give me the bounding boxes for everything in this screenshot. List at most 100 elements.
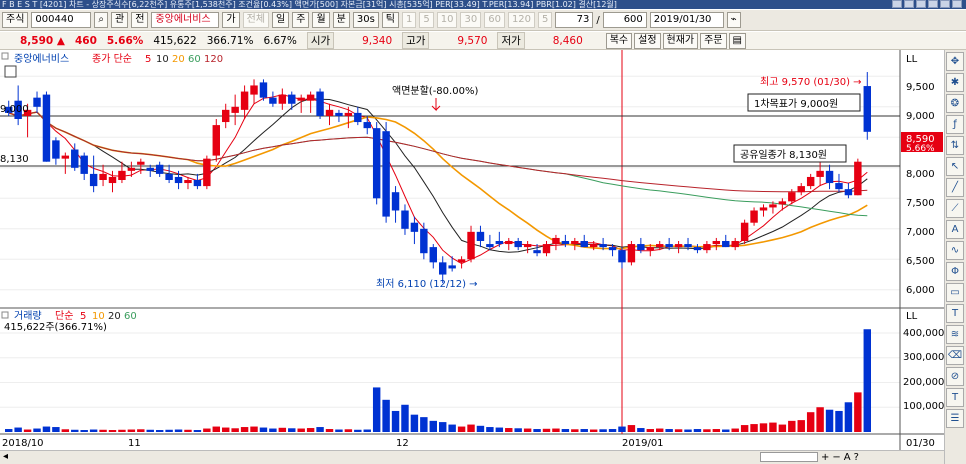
help-button[interactable] <box>940 0 950 8</box>
window-controls <box>892 0 962 8</box>
candle-body <box>844 189 853 196</box>
volume-bar <box>382 399 390 432</box>
quote-button[interactable]: 현재가 <box>662 33 699 49</box>
auto-tool-icon[interactable]: A <box>946 220 964 239</box>
search-icon[interactable]: ⌕ <box>94 12 109 28</box>
y-label-6500: 6,500 <box>906 256 935 267</box>
bulb-alt-tool-icon[interactable]: ❂ <box>946 94 964 113</box>
candle-body <box>674 244 683 248</box>
chart-type-icon[interactable]: ⌁ <box>726 12 741 28</box>
count-input[interactable]: 73 <box>555 12 594 28</box>
pattern-tool-icon[interactable]: ≋ <box>946 325 964 344</box>
num-120[interactable]: 120 <box>507 12 536 28</box>
stock-code-input[interactable]: 000440 <box>31 12 92 28</box>
volume-bar <box>637 428 645 432</box>
num-custom[interactable]: 5 <box>538 12 553 28</box>
candle-body <box>788 192 796 202</box>
btn-ga[interactable]: 가 <box>222 12 240 28</box>
crosshair-tool-icon[interactable]: ✥ <box>946 52 964 71</box>
num-5[interactable]: 5 <box>419 12 434 28</box>
candle-body <box>608 247 617 251</box>
chart-scrollbar[interactable]: ◂ + − A ? <box>0 450 944 464</box>
scroll-left-icon[interactable]: ◂ <box>3 451 8 462</box>
multi-button[interactable]: 복수 <box>605 33 633 49</box>
fibonacci-tool-icon[interactable]: Φ <box>946 262 964 281</box>
type-tool-icon[interactable]: T <box>946 388 964 407</box>
btn-jeon[interactable]: 전 <box>131 12 149 28</box>
btn-all[interactable]: 전체 <box>242 12 270 28</box>
font-icon[interactable]: A <box>844 452 851 463</box>
stock-chart[interactable]: 중앙에너비스 종가 단순 5 10 20 60 120 거래량 단순 5 10 … <box>0 50 944 450</box>
open-label: 시가 <box>306 32 335 49</box>
candle-body <box>288 94 296 104</box>
pointer-tool-icon[interactable]: ↖ <box>946 157 964 176</box>
period-month[interactable]: 월 <box>312 12 330 28</box>
help-icon[interactable]: ? <box>854 452 859 463</box>
volume-bar <box>5 429 13 432</box>
menu-tool-icon[interactable]: ☰ <box>946 409 964 428</box>
num-30[interactable]: 30 <box>460 12 482 28</box>
text-tool-icon[interactable]: T <box>946 304 964 323</box>
volume-bar <box>108 430 117 432</box>
order-button[interactable]: 주문 <box>700 33 727 49</box>
volume-bar <box>608 429 617 432</box>
price-change: 460 <box>74 34 97 47</box>
volume-bar <box>656 428 664 432</box>
volume-bar <box>325 429 334 432</box>
left-label-8130: 8,130 <box>0 154 29 165</box>
candle-body <box>542 244 551 254</box>
zoom-out-icon[interactable]: − <box>832 452 840 463</box>
candle-body <box>165 173 173 180</box>
period-week[interactable]: 주 <box>292 12 310 28</box>
volume-bar <box>212 426 220 432</box>
candle-body <box>344 112 353 116</box>
btn-gwan[interactable]: 관 <box>111 12 129 28</box>
candle-body <box>325 109 334 116</box>
candle-body <box>212 125 220 156</box>
period-tick[interactable]: 틱 <box>381 12 399 28</box>
volume-bar <box>184 429 192 432</box>
pin-button[interactable] <box>904 0 914 8</box>
num-60[interactable]: 60 <box>484 12 505 28</box>
num-10[interactable]: 10 <box>436 12 458 28</box>
vol-ma-20: 20 <box>108 311 121 322</box>
bulb-tool-icon[interactable]: ✱ <box>946 73 964 92</box>
market-select[interactable]: 주식 <box>2 12 29 28</box>
minimize-button[interactable] <box>916 0 926 8</box>
period-minute[interactable]: 분 <box>332 12 350 28</box>
candle-body <box>203 158 211 187</box>
volume-bar <box>684 429 692 432</box>
turnover-rate: 6.67% <box>263 34 297 47</box>
volume-bar <box>203 428 211 432</box>
stock-name-field[interactable]: 중앙에너비스 <box>151 12 220 28</box>
function-tool-icon[interactable]: ƒ <box>946 115 964 134</box>
legend-toggle[interactable] <box>4 65 17 78</box>
close-button[interactable] <box>952 0 962 8</box>
maximize-button[interactable] <box>928 0 938 8</box>
line-tool-icon[interactable]: ╱ <box>946 178 964 197</box>
period-30s[interactable]: 30s <box>352 12 379 28</box>
candle-body <box>580 241 588 248</box>
date-input[interactable]: 2019/01/30 <box>649 12 724 28</box>
candle-body <box>33 97 41 107</box>
date-label-dec: 12 <box>396 438 409 449</box>
erase-tool-icon[interactable]: ⌫ <box>946 346 964 365</box>
compare-tool-icon[interactable]: ⇅ <box>946 136 964 155</box>
layout-icon[interactable]: ▤ <box>728 33 746 49</box>
ray-tool-icon[interactable]: ⟋ <box>946 199 964 218</box>
volume-bar <box>23 429 32 432</box>
volume-bar <box>486 427 494 432</box>
wave-tool-icon[interactable]: ∿ <box>946 241 964 260</box>
erase-all-tool-icon[interactable]: ⊘ <box>946 367 964 386</box>
num-1[interactable]: 1 <box>401 12 417 28</box>
candle-body <box>863 86 871 132</box>
volume-value: 415,622 <box>153 34 197 47</box>
box-tool-icon[interactable]: ▭ <box>946 283 964 302</box>
zoom-in-icon[interactable]: + <box>821 452 829 463</box>
restore-button[interactable] <box>892 0 902 8</box>
total-input[interactable]: 600 <box>602 12 647 28</box>
zoom-slider[interactable] <box>760 452 818 462</box>
settings-button[interactable]: 설정 <box>634 33 661 49</box>
volume-bar <box>61 429 70 432</box>
period-day[interactable]: 일 <box>272 12 290 28</box>
